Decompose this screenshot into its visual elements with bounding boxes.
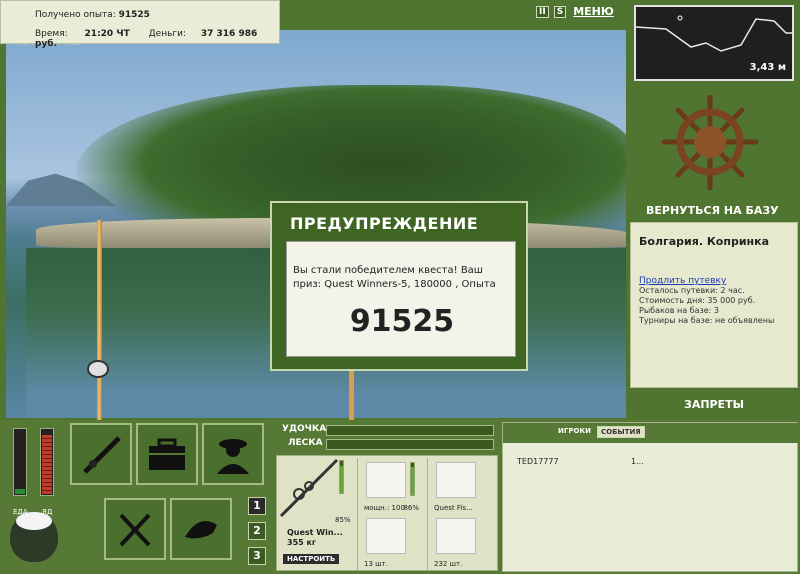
rod-name: Quest Win... bbox=[287, 528, 343, 537]
pause-button[interactable]: II bbox=[536, 6, 549, 18]
line-slot[interactable]: Quest Fis... bbox=[427, 458, 493, 514]
warning-dialog[interactable]: ПРЕДУПРЕЖДЕНИЕ Вы стали победителем квес… bbox=[270, 201, 528, 371]
line-strength-bar bbox=[326, 439, 494, 450]
depth-map[interactable]: 3,43 м bbox=[634, 5, 794, 81]
experience-label: Получено опыта: bbox=[35, 10, 116, 20]
dialog-title: ПРЕДУПРЕЖДЕНИЕ bbox=[290, 214, 479, 233]
location-title: Болгария. Копринка bbox=[639, 235, 770, 248]
rice-pot-icon[interactable] bbox=[10, 512, 58, 562]
trip-remaining: Осталось путевки: 2 час. bbox=[639, 286, 745, 295]
line-spool-icon bbox=[436, 462, 476, 498]
base-info-panel: Болгария. Копринка Продлить путевку Оста… bbox=[630, 222, 798, 388]
money-value: 37 316 986 руб. bbox=[35, 29, 258, 49]
food-button[interactable] bbox=[104, 498, 166, 560]
tackle-box-icon bbox=[149, 438, 185, 470]
catch-button[interactable] bbox=[170, 498, 232, 560]
line-label: ЛЕСКА bbox=[288, 438, 323, 448]
reel-condition: 86% bbox=[403, 504, 419, 512]
food-meter-fill bbox=[15, 488, 25, 494]
page-2-button[interactable]: 2 bbox=[248, 522, 266, 540]
rod-condition-bar bbox=[339, 460, 344, 494]
player-value: 1... bbox=[631, 457, 644, 466]
experience-value: 91525 bbox=[118, 10, 150, 20]
tab-players[interactable]: ИГРОКИ bbox=[555, 426, 594, 436]
status-header: Получено опыта: 91525 Время: 21:20 ЧТ Де… bbox=[0, 0, 280, 49]
tackle-panel: 85% Quest Win... 355 кг НАСТРОИТЬ мощн.:… bbox=[276, 455, 498, 571]
fisherman-button[interactable] bbox=[202, 423, 264, 485]
rod-label: УДОЧКА bbox=[282, 424, 327, 434]
reel-icon bbox=[87, 360, 109, 378]
anglers-count: Рыбаков на базе: 3 bbox=[639, 306, 719, 315]
top-buttons: II S МЕНЮ bbox=[536, 6, 616, 18]
ship-wheel-icon[interactable] bbox=[660, 94, 760, 191]
money-label: Деньги: bbox=[148, 29, 186, 39]
hook-slot[interactable]: 13 шт. bbox=[357, 514, 423, 570]
game-window: INSTALLSOFT.RU Получено опыта: 91525 Вре… bbox=[0, 0, 800, 574]
rod-icon bbox=[83, 436, 121, 474]
extend-trip-link[interactable]: Продлить путевку bbox=[639, 276, 789, 286]
player-row[interactable]: TED17777 1... bbox=[517, 457, 644, 466]
food-meter bbox=[13, 428, 27, 496]
page-1-button[interactable]: 1 bbox=[248, 497, 266, 515]
bans-link[interactable]: ЗАПРЕТЫ bbox=[684, 398, 744, 411]
tournaments-info: Турниры на базе: не объявлены bbox=[639, 316, 775, 325]
sound-button[interactable]: S bbox=[553, 6, 567, 18]
line-name: Quest Fis... bbox=[434, 504, 473, 512]
reel-power: мощн.: 100 bbox=[364, 504, 405, 512]
dialog-message: Вы стали победителем квеста! Ваш приз: Q… bbox=[293, 265, 496, 290]
rod-weight: 355 кг bbox=[287, 538, 317, 547]
hook-count: 13 шт. bbox=[364, 560, 388, 568]
reel-slot[interactable]: мощн.: 100 86% bbox=[357, 458, 423, 514]
status-meters: ЕДА ЯД bbox=[8, 428, 62, 516]
bait-slot[interactable]: 232 шт. bbox=[427, 514, 493, 570]
time-value: 21:20 ЧТ bbox=[84, 29, 130, 39]
rod-reel-icon bbox=[279, 458, 339, 518]
fishing-gear-button[interactable] bbox=[70, 423, 132, 485]
depth-value: 3,43 м bbox=[749, 62, 786, 73]
poison-meter-fill bbox=[42, 434, 52, 494]
fish-icon bbox=[185, 521, 217, 539]
poison-meter bbox=[40, 428, 54, 496]
bait-count: 232 шт. bbox=[434, 560, 463, 568]
day-cost: Стоимость дня: 35 000 руб. bbox=[639, 296, 756, 305]
rod-strength-bar bbox=[326, 425, 494, 436]
hook-icon bbox=[366, 518, 406, 554]
players-panel: ИГРОКИ СОБЫТИЯ TED17777 1... bbox=[502, 422, 799, 572]
tackle-box-button[interactable] bbox=[136, 423, 198, 485]
menu-button[interactable]: МЕНЮ bbox=[571, 6, 616, 17]
return-to-base-link[interactable]: ВЕРНУТЬСЯ НА БАЗУ bbox=[646, 204, 779, 217]
page-3-button[interactable]: 3 bbox=[248, 547, 266, 565]
players-tabs: ИГРОКИ СОБЫТИЯ bbox=[503, 423, 799, 443]
time-label: Время: bbox=[35, 29, 68, 39]
worm-bait-icon bbox=[436, 518, 476, 554]
tab-events[interactable]: СОБЫТИЯ bbox=[597, 426, 645, 438]
fishing-rod-2[interactable] bbox=[349, 370, 354, 420]
dialog-body: Вы стали победителем квеста! Ваш приз: Q… bbox=[286, 241, 516, 357]
reel-condition-bar bbox=[410, 462, 415, 496]
fork-knife-icon bbox=[119, 513, 151, 547]
reel-icon bbox=[366, 462, 406, 498]
setup-button[interactable]: НАСТРОИТЬ bbox=[283, 554, 340, 564]
player-name: TED17777 bbox=[517, 457, 559, 466]
rod-condition: 85% bbox=[335, 516, 351, 524]
dialog-value: 91525 bbox=[349, 304, 455, 339]
rod-slot[interactable]: 85% Quest Win... 355 кг НАСТРОИТЬ bbox=[279, 458, 353, 568]
fisherman-icon bbox=[217, 439, 249, 474]
fishing-rod[interactable] bbox=[87, 220, 109, 420]
